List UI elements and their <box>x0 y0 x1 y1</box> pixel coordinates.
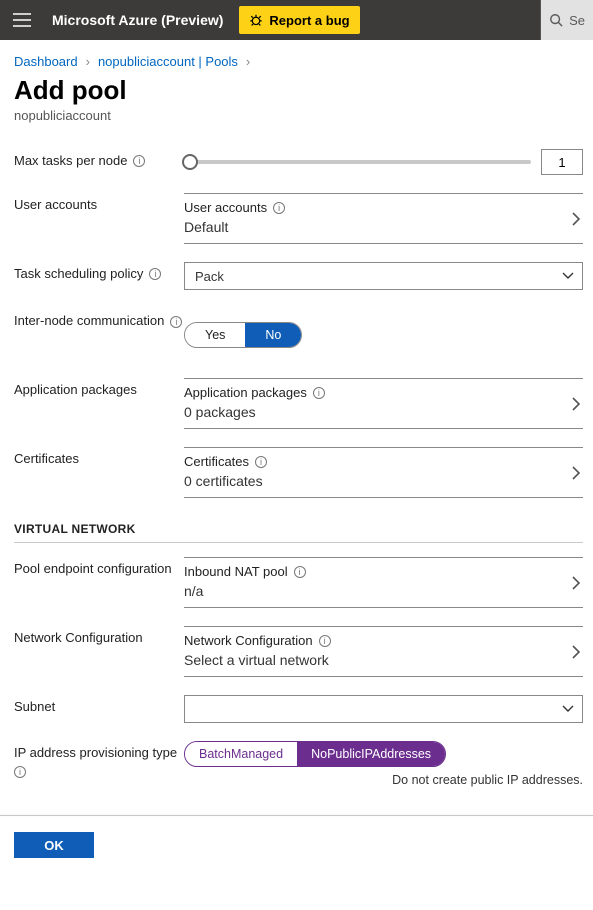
chevron-down-icon <box>562 705 574 713</box>
search-placeholder: Se <box>569 13 585 28</box>
inter-node-toggle: Yes No <box>184 322 302 348</box>
ip-provisioning-label: IP address provisioning type <box>14 745 177 760</box>
user-accounts-card[interactable]: User accounts i Default <box>184 194 583 244</box>
ip-provisioning-toggle: BatchManaged NoPublicIPAddresses <box>184 741 446 767</box>
breadcrumb: Dashboard › nopubliciaccount | Pools › <box>14 54 583 69</box>
divider <box>14 542 583 543</box>
chevron-right-icon <box>571 212 581 226</box>
chevron-right-icon <box>571 397 581 411</box>
application-packages-value: 0 packages <box>184 404 583 420</box>
certificates-card-title: Certificates <box>184 454 249 469</box>
task-scheduling-value: Pack <box>195 269 224 284</box>
search-icon <box>549 13 563 27</box>
slider-knob[interactable] <box>182 154 198 170</box>
application-packages-label: Application packages <box>14 382 137 397</box>
ip-provisioning-hint: Do not create public IP addresses. <box>184 773 583 787</box>
pool-endpoint-label: Pool endpoint configuration <box>14 561 172 576</box>
inter-node-no[interactable]: No <box>245 323 301 347</box>
virtual-network-section-header: VIRTUAL NETWORK <box>14 522 583 536</box>
crumb-dashboard[interactable]: Dashboard <box>14 54 78 69</box>
hamburger-icon <box>13 13 31 27</box>
certificates-card[interactable]: Certificates i 0 certificates <box>184 448 583 498</box>
info-icon[interactable]: i <box>319 635 331 647</box>
subnet-select[interactable] <box>184 695 583 723</box>
chevron-right-icon: › <box>86 54 90 69</box>
chevron-right-icon <box>571 576 581 590</box>
brand-title: Microsoft Azure (Preview) <box>44 12 231 28</box>
max-tasks-input[interactable] <box>541 149 583 175</box>
global-search[interactable]: Se <box>540 0 593 40</box>
max-tasks-label: Max tasks per node <box>14 153 127 168</box>
network-config-card[interactable]: Network Configuration i Select a virtual… <box>184 627 583 677</box>
task-scheduling-select[interactable]: Pack <box>184 262 583 290</box>
page-subtitle: nopubliciaccount <box>14 108 583 123</box>
top-bar: Microsoft Azure (Preview) Report a bug S… <box>0 0 593 40</box>
info-icon[interactable]: i <box>170 316 182 328</box>
report-bug-button[interactable]: Report a bug <box>239 6 359 34</box>
inter-node-label: Inter-node communication <box>14 313 164 328</box>
add-pool-form: Max tasks per node i User accounts User … <box>14 149 583 787</box>
certificates-value: 0 certificates <box>184 473 583 489</box>
chevron-right-icon: › <box>246 54 250 69</box>
subnet-label: Subnet <box>14 699 55 714</box>
max-tasks-slider[interactable] <box>184 152 531 172</box>
user-accounts-card-title: User accounts <box>184 200 267 215</box>
inter-node-yes[interactable]: Yes <box>185 323 245 347</box>
page-title: Add pool <box>14 75 583 106</box>
hamburger-menu[interactable] <box>0 0 44 40</box>
bug-icon <box>249 13 263 27</box>
info-icon[interactable]: i <box>313 387 325 399</box>
inbound-nat-title: Inbound NAT pool <box>184 564 288 579</box>
info-icon[interactable]: i <box>133 155 145 167</box>
info-icon[interactable]: i <box>255 456 267 468</box>
chevron-right-icon <box>571 466 581 480</box>
ip-opt-nopublicip[interactable]: NoPublicIPAddresses <box>297 742 445 766</box>
user-accounts-value: Default <box>184 219 583 235</box>
user-accounts-label: User accounts <box>14 197 97 212</box>
application-packages-card[interactable]: Application packages i 0 packages <box>184 379 583 429</box>
crumb-account-pools[interactable]: nopubliciaccount | Pools <box>98 54 238 69</box>
network-config-title: Network Configuration <box>184 633 313 648</box>
application-packages-card-title: Application packages <box>184 385 307 400</box>
info-icon[interactable]: i <box>14 766 26 778</box>
task-scheduling-label: Task scheduling policy <box>14 266 143 281</box>
certificates-label: Certificates <box>14 451 79 466</box>
chevron-down-icon <box>562 272 574 280</box>
inbound-nat-pool-card[interactable]: Inbound NAT pool i n/a <box>184 558 583 608</box>
divider <box>0 815 593 816</box>
report-bug-label: Report a bug <box>269 13 349 28</box>
network-config-label: Network Configuration <box>14 630 143 645</box>
network-config-value: Select a virtual network <box>184 652 583 668</box>
ok-button[interactable]: OK <box>14 832 94 858</box>
chevron-right-icon <box>571 645 581 659</box>
info-icon[interactable]: i <box>294 566 306 578</box>
info-icon[interactable]: i <box>149 268 161 280</box>
ip-opt-batchmanaged[interactable]: BatchManaged <box>185 742 297 766</box>
inbound-nat-value: n/a <box>184 583 583 599</box>
info-icon[interactable]: i <box>273 202 285 214</box>
